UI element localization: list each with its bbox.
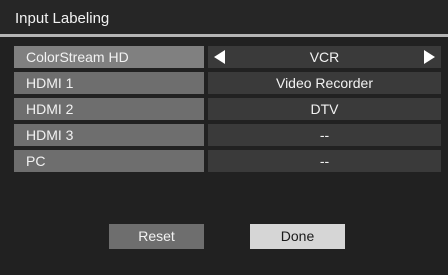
input-value-hdmi-3[interactable]: -- <box>208 124 441 146</box>
input-value-colorstream-hd[interactable]: VCR <box>208 46 441 68</box>
title-bar: Input Labeling <box>0 0 448 34</box>
input-label-hdmi-1: HDMI 1 <box>14 72 204 94</box>
input-value-pc[interactable]: -- <box>208 150 441 172</box>
dialog-title: Input Labeling <box>15 10 110 27</box>
input-label-hdmi-2: HDMI 2 <box>14 98 204 120</box>
input-value-hdmi-2[interactable]: DTV <box>208 98 441 120</box>
triangle-right-icon[interactable] <box>424 50 435 64</box>
title-divider <box>0 34 448 37</box>
input-row-colorstream-hd[interactable]: ColorStream HD VCR <box>14 46 441 68</box>
input-row-hdmi-3[interactable]: HDMI 3 -- <box>14 124 441 146</box>
done-button[interactable]: Done <box>250 224 345 249</box>
input-list: ColorStream HD VCR HDMI 1 Video Recorder… <box>14 46 441 176</box>
input-row-pc[interactable]: PC -- <box>14 150 441 172</box>
input-label-pc: PC <box>14 150 204 172</box>
input-row-hdmi-1[interactable]: HDMI 1 Video Recorder <box>14 72 441 94</box>
input-label-colorstream-hd: ColorStream HD <box>14 46 204 68</box>
input-label-hdmi-3: HDMI 3 <box>14 124 204 146</box>
input-row-hdmi-2[interactable]: HDMI 2 DTV <box>14 98 441 120</box>
input-value-text: VCR <box>309 49 340 65</box>
reset-button[interactable]: Reset <box>109 224 204 249</box>
input-labeling-dialog: Input Labeling ColorStream HD VCR HDMI 1… <box>0 0 448 275</box>
triangle-left-icon[interactable] <box>214 50 225 64</box>
input-value-hdmi-1[interactable]: Video Recorder <box>208 72 441 94</box>
